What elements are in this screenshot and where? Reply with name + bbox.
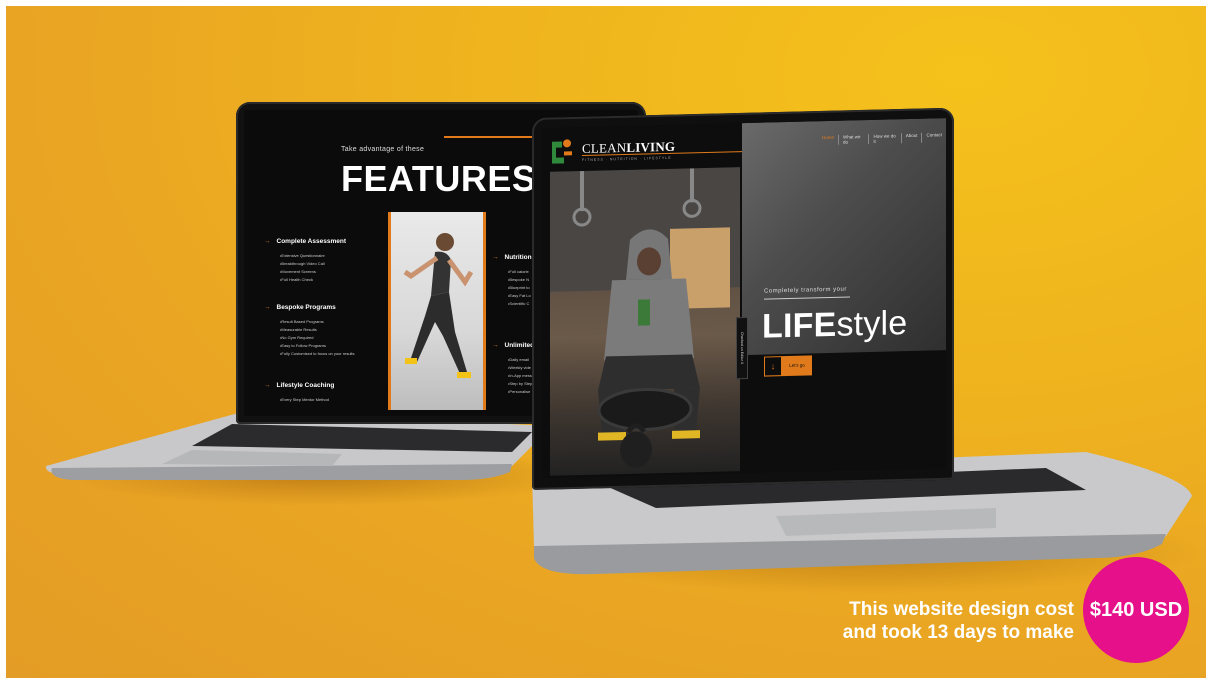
caption-line-1: This website design cost <box>849 599 1074 620</box>
feature-list: Full calorie Bespoke N Blueprint to Easy… <box>508 268 531 308</box>
feature-heading: → Lifestyle Coaching <box>264 382 335 389</box>
feature-list: Daily email Weekly vide In-App mess Step… <box>508 356 532 396</box>
arrow-right-icon: → <box>264 238 271 245</box>
feature-heading: → Complete Assessment <box>264 238 346 245</box>
feature-list: Result Based Programs Measurable Results… <box>280 318 355 358</box>
arrow-right-icon: → <box>492 254 499 261</box>
price-badge: $140 USD <box>1083 557 1189 663</box>
arrow-right-icon: → <box>492 342 499 349</box>
list-item: Weekly vide <box>508 364 532 372</box>
side-tab[interactable]: Checked on Editor X <box>736 316 748 380</box>
feature-heading: → Bespoke Programs <box>264 304 336 311</box>
caption-line-2: and took 13 days to make <box>842 622 1074 643</box>
feature-list: Extensive Questionnaire Breakthrough Vid… <box>280 252 325 284</box>
list-item: Bespoke N <box>508 276 531 284</box>
list-item: Every Step Mentor Method <box>280 396 329 404</box>
lets-go-button[interactable]: ↓ Let's go <box>764 355 812 377</box>
list-item: No Gym Required <box>280 334 355 342</box>
features-kicker: Take advantage of these <box>341 146 425 153</box>
hero-headline: LIFEstyle <box>762 304 908 346</box>
feature-heading: → Unlimited <box>492 342 535 349</box>
list-item: Easy Fat Lo <box>508 292 530 300</box>
home-page-screen: CLEANLIVING FITNESS · NUTRITION · LIFEST… <box>542 118 946 478</box>
list-item: Full calorie <box>508 268 531 276</box>
arrow-right-icon: → <box>264 382 271 389</box>
list-item: Scientific C <box>508 300 531 308</box>
list-item: Movement Screens <box>280 268 325 276</box>
list-item: Daily email <box>508 356 532 364</box>
nav-about[interactable]: About <box>901 132 923 144</box>
list-item: Blueprint to <box>508 284 531 292</box>
arrow-down-icon: ↓ <box>764 356 782 377</box>
feature-list: Every Step Mentor Method <box>280 396 329 404</box>
list-item: Measurable Results <box>280 326 355 334</box>
list-item: Personalise <box>508 388 532 396</box>
feature-heading: → Nutrition <box>492 254 532 261</box>
nav-home[interactable]: Home <box>818 134 840 146</box>
list-item: Fully Customised to focus on your result… <box>280 350 354 358</box>
nav-what-we-do[interactable]: What we do <box>839 133 870 145</box>
list-item: Result Based Programs <box>280 318 355 326</box>
list-item: Step by Step <box>508 380 532 388</box>
cta-label: Let's go <box>782 355 812 377</box>
list-item: Breakthrough Video Call <box>280 260 325 268</box>
nav-contact[interactable]: Contact <box>922 132 946 143</box>
runner-photo <box>388 212 486 410</box>
nav-how-we-do-it[interactable]: How we do it <box>869 133 902 144</box>
promo-banner: Take advantage of these FEATURES → Comple… <box>6 6 1206 678</box>
list-item: Easy to Follow Programs <box>280 342 355 350</box>
arrow-right-icon: → <box>264 304 271 311</box>
runner-figure-icon <box>403 233 474 378</box>
caption: This website design cost and took 13 day… <box>838 598 1074 644</box>
list-item: Extensive Questionnaire <box>280 252 324 260</box>
hero-photo <box>550 167 740 476</box>
cleanliving-logo-icon <box>552 139 572 164</box>
athlete-figure-icon <box>550 167 740 468</box>
list-item: In-App mess <box>508 372 532 380</box>
features-title: FEATURES <box>341 158 537 199</box>
list-item: Full Health Check <box>280 276 325 284</box>
